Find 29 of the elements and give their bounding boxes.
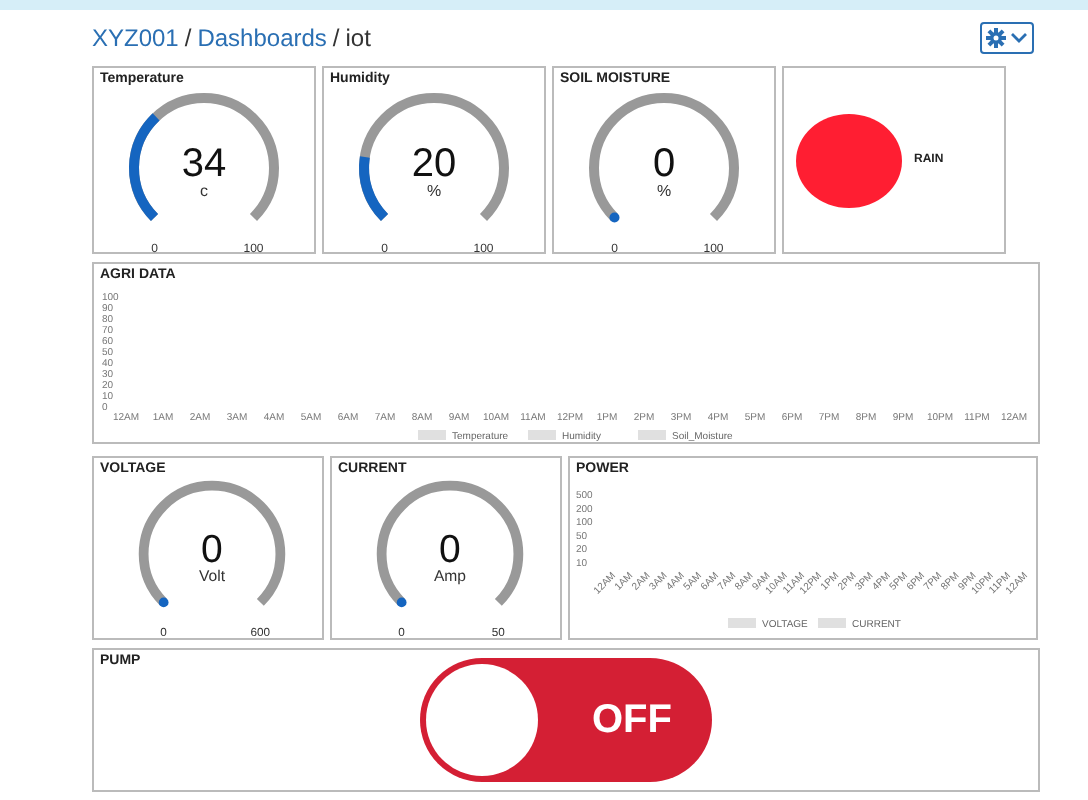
- legend-swatch: [728, 618, 756, 628]
- gauge-fill: [129, 113, 160, 221]
- gauge-value: 0: [652, 142, 676, 186]
- legend-swatch: [418, 430, 446, 440]
- settings-icon: [986, 28, 1006, 48]
- gauge-unit: %: [426, 182, 442, 200]
- gauge-value: 20: [411, 142, 457, 186]
- gauge-fill: [158, 597, 169, 608]
- gauge-unit: Amp: [433, 567, 467, 586]
- gauge-value: 34: [181, 142, 227, 186]
- pump-toggle[interactable]: OFF: [420, 658, 712, 782]
- gauge-unit: %: [656, 182, 672, 200]
- gauge-fill: [396, 597, 407, 608]
- legend-swatch: [638, 430, 666, 440]
- gauge-fill: [359, 156, 389, 221]
- gauge-unit: c: [200, 182, 208, 200]
- legend-swatch: [528, 430, 556, 440]
- breadcrumb-link[interactable]: Dashboards: [197, 24, 327, 52]
- caret-icon: [1010, 32, 1028, 44]
- breadcrumb-separator: /: [332, 24, 340, 52]
- gauge-fill: [609, 212, 620, 223]
- gauge-value: 0: [201, 527, 223, 572]
- gauge-value: 0: [439, 527, 461, 572]
- settings-button[interactable]: [980, 22, 1034, 54]
- breadcrumb-current: iot: [345, 24, 371, 52]
- legend-swatch: [818, 618, 846, 628]
- gauge-unit: Volt: [199, 567, 225, 586]
- breadcrumb-separator: /: [184, 24, 192, 52]
- breadcrumb-link[interactable]: XYZ001: [92, 24, 179, 52]
